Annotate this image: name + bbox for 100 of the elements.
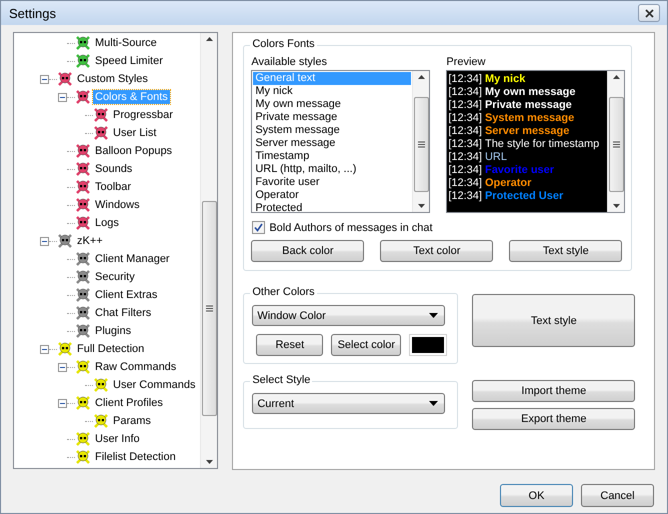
scroll-down-icon[interactable] — [206, 460, 213, 464]
tree-item[interactable]: zK++ — [75, 234, 105, 248]
scroll-up-icon[interactable] — [418, 75, 425, 79]
scroll-up-icon[interactable] — [206, 37, 213, 41]
style-dropdown[interactable]: Current — [252, 393, 446, 414]
skull-crossbones-icon — [75, 269, 91, 285]
tree-item[interactable]: Toolbar — [93, 180, 134, 194]
preview-timestamp: [12:34] — [448, 177, 482, 190]
skull-crossbones-icon — [75, 323, 91, 339]
theme-button[interactable]: Export theme — [472, 408, 636, 430]
preview-message: My nick — [484, 73, 526, 86]
preview-timestamp: [12:34] — [448, 86, 482, 99]
preview-timestamp: [12:34] — [448, 125, 482, 138]
dropdown-arrow-icon — [429, 401, 438, 406]
styles-list[interactable]: General text My nick My own message Private message System message Server message Timestamp URL (http, mailto, ...) Favorite user Operator Protected — [251, 70, 430, 213]
collapse-icon[interactable] — [58, 362, 67, 372]
collapse-icon[interactable] — [40, 344, 49, 354]
scroll-thumb[interactable] — [414, 97, 429, 192]
skull-crossbones-icon — [75, 179, 91, 195]
preview-timestamp: [12:34] — [448, 190, 482, 203]
skull-crossbones-icon — [57, 71, 73, 87]
tree-item[interactable]: Client Extras — [93, 288, 160, 302]
dropdown-arrow-icon — [429, 313, 438, 318]
style-button[interactable]: Text color — [380, 240, 494, 262]
checkbox-label: Bold Authors of messages in chat — [269, 222, 433, 234]
tree-item[interactable]: Client Profiles — [93, 396, 165, 410]
style-item[interactable]: Operator — [253, 189, 412, 202]
tree-item[interactable]: User Commands — [111, 378, 198, 392]
tree-item[interactable]: Security — [93, 270, 137, 284]
scroll-up-icon[interactable] — [612, 75, 620, 79]
skull-crossbones-icon — [93, 413, 109, 429]
preview-message: Favorite user — [484, 164, 554, 177]
skull-crossbones-icon — [75, 305, 91, 321]
skull-crossbones-icon — [75, 35, 91, 51]
tree-item[interactable]: Progressbar — [111, 108, 175, 122]
scroll-thumb-grip-icon — [206, 305, 213, 312]
skull-crossbones-icon — [75, 359, 91, 375]
tree-item[interactable]: Raw Commands — [93, 360, 178, 374]
theme-button[interactable]: Import theme — [472, 380, 636, 402]
style-item[interactable]: Private message — [253, 111, 412, 124]
tree-item[interactable]: Logs — [93, 216, 121, 230]
tree-item[interactable]: Chat Filters — [93, 306, 154, 320]
preview-label: Preview — [446, 56, 486, 70]
preview-timestamp: [12:34] — [448, 99, 482, 112]
tree-item[interactable]: Sounds — [93, 162, 134, 176]
checkbox[interactable] — [252, 221, 266, 234]
style-item[interactable]: Timestamp — [253, 150, 412, 163]
scrollbar[interactable] — [200, 33, 218, 468]
text-style-button[interactable]: Text style — [472, 294, 636, 347]
skull-crossbones-icon — [57, 233, 73, 249]
skull-crossbones-icon — [75, 161, 91, 177]
style-button[interactable]: Text style — [509, 240, 622, 262]
collapse-icon[interactable] — [58, 92, 67, 102]
close-button[interactable] — [638, 4, 660, 22]
ok-button[interactable]: OK — [500, 484, 573, 507]
tree-item[interactable]: Params — [111, 414, 153, 428]
tree-item[interactable]: Windows — [93, 198, 142, 212]
tree-item[interactable]: Balloon Popups — [93, 144, 174, 158]
collapse-icon[interactable] — [58, 398, 67, 408]
tree-item[interactable]: Multi-Source — [93, 36, 159, 50]
tree-item[interactable]: Filelist Detection — [93, 450, 178, 464]
tree-item[interactable]: Client Manager — [93, 252, 172, 266]
select-color-button[interactable]: Select color — [331, 334, 402, 356]
group-title: Colors Fonts — [250, 38, 317, 50]
skull-crossbones-icon — [57, 341, 73, 357]
preview-timestamp: [12:34] — [448, 151, 482, 164]
scrollbar[interactable] — [607, 71, 624, 212]
skull-crossbones-icon — [75, 287, 91, 303]
skull-crossbones-icon — [93, 107, 109, 123]
scroll-thumb[interactable] — [202, 201, 217, 416]
style-item[interactable]: Favorite user — [253, 176, 412, 189]
scrollbar[interactable] — [412, 71, 430, 212]
preview-message: Private message — [484, 99, 572, 112]
color-dropdown[interactable]: Window Color — [252, 305, 446, 326]
tree-item[interactable]: User List — [111, 126, 158, 140]
skull-crossbones-icon — [75, 431, 91, 447]
scroll-thumb[interactable] — [608, 97, 624, 192]
scroll-down-icon[interactable] — [612, 204, 620, 208]
style-item[interactable]: My own message — [253, 98, 412, 111]
style-button[interactable]: Back color — [251, 240, 364, 262]
tree-item[interactable]: User Info — [93, 432, 142, 446]
style-item[interactable]: System message — [253, 124, 412, 137]
skull-crossbones-icon — [75, 53, 91, 69]
reset-button[interactable]: Reset — [256, 334, 324, 356]
cancel-button[interactable]: Cancel — [581, 484, 654, 507]
tree-item[interactable]: Full Detection — [75, 342, 146, 356]
style-item[interactable]: Protected — [253, 202, 412, 212]
preview-message: My own message — [484, 86, 576, 99]
tree-item[interactable]: Speed Limiter — [93, 54, 165, 68]
tree-item[interactable]: Custom Styles — [75, 72, 150, 86]
style-item[interactable]: My nick — [253, 85, 412, 98]
skull-crossbones-icon — [93, 125, 109, 141]
style-item[interactable]: Server message — [253, 137, 412, 150]
style-item[interactable]: URL (http, mailto, ...) — [253, 163, 412, 176]
skull-crossbones-icon — [75, 449, 91, 465]
tree-item[interactable]: Plugins — [93, 324, 134, 338]
collapse-icon[interactable] — [40, 74, 49, 84]
collapse-icon[interactable] — [40, 236, 49, 246]
preview-message: URL — [484, 151, 507, 164]
scroll-down-icon[interactable] — [418, 204, 425, 208]
